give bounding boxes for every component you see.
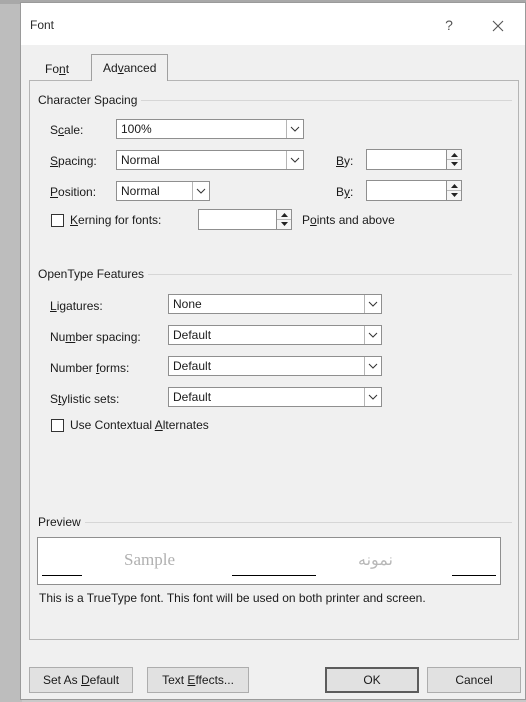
opentype-heading: OpenType Features bbox=[38, 267, 149, 281]
tab-font[interactable]: Font bbox=[39, 58, 75, 80]
triangle-up-icon bbox=[450, 183, 458, 188]
stylistic-sets-label: Stylistic sets: bbox=[50, 392, 120, 406]
cancel-button[interactable]: Cancel bbox=[427, 667, 521, 693]
triangle-down-icon bbox=[450, 192, 458, 197]
position-by-input[interactable] bbox=[366, 180, 462, 201]
character-spacing-heading: Character Spacing bbox=[38, 93, 142, 107]
chevron-down-icon bbox=[368, 332, 378, 338]
preview-description: This is a TrueType font. This font will … bbox=[39, 591, 426, 605]
close-button[interactable] bbox=[481, 11, 515, 39]
ligatures-dropdown[interactable]: None bbox=[168, 294, 382, 314]
ligatures-label: Ligatures: bbox=[50, 299, 103, 313]
spin-down-button[interactable] bbox=[447, 159, 461, 168]
kerning-checkbox[interactable] bbox=[51, 214, 64, 227]
triangle-down-icon bbox=[280, 221, 288, 226]
chevron-down-icon bbox=[368, 301, 378, 307]
spacing-dropdown[interactable]: Normal bbox=[116, 150, 304, 170]
preview-divider bbox=[38, 522, 512, 523]
spacing-label: Spacing: bbox=[50, 154, 97, 168]
number-spacing-label: Number spacing: bbox=[50, 330, 141, 344]
number-forms-label: Number forms: bbox=[50, 361, 130, 375]
scale-label: Scale: bbox=[50, 123, 84, 137]
stylistic-sets-value: Default bbox=[173, 390, 212, 404]
spacing-by-input[interactable] bbox=[366, 149, 462, 170]
chevron-down-icon bbox=[368, 394, 378, 400]
help-button[interactable]: ? bbox=[436, 13, 462, 37]
preview-heading: Preview bbox=[38, 515, 85, 529]
ok-button[interactable]: OK bbox=[325, 667, 419, 693]
ligatures-value: None bbox=[173, 297, 202, 311]
tab-strip: Font Advanced bbox=[29, 54, 519, 81]
position-dropdown[interactable]: Normal bbox=[116, 181, 210, 201]
chevron-down-icon bbox=[196, 188, 206, 194]
position-value: Normal bbox=[121, 184, 160, 198]
close-icon bbox=[492, 20, 504, 32]
position-by-label: By: bbox=[336, 185, 354, 199]
title-bar: Font ? bbox=[21, 3, 525, 45]
triangle-up-icon bbox=[450, 152, 458, 157]
preview-sample-text: Sample bbox=[124, 550, 175, 569]
chevron-down-icon bbox=[290, 157, 300, 163]
triangle-up-icon bbox=[280, 212, 288, 217]
scale-dropdown[interactable]: 100% bbox=[116, 119, 304, 139]
contextual-alternates-label: Use Contextual Alternates bbox=[70, 418, 209, 432]
text-effects-button[interactable]: Text Effects... bbox=[147, 667, 249, 693]
number-spacing-dropdown[interactable]: Default bbox=[168, 325, 382, 345]
chevron-down-icon bbox=[368, 363, 378, 369]
preview-baseline bbox=[452, 575, 496, 576]
triangle-down-icon bbox=[450, 161, 458, 166]
preview-baseline bbox=[232, 575, 316, 576]
preview-box: Sample نمونه bbox=[37, 537, 501, 585]
spin-down-button[interactable] bbox=[277, 219, 291, 228]
chevron-down-icon bbox=[290, 126, 300, 132]
preview-sample-rtl-text: نمونه bbox=[358, 550, 393, 569]
dialog-title: Font bbox=[30, 18, 55, 32]
kerning-suffix-label: Points and above bbox=[302, 213, 395, 227]
number-spacing-value: Default bbox=[173, 328, 212, 342]
spacing-by-label: By: bbox=[336, 154, 354, 168]
tab-advanced[interactable]: Advanced bbox=[91, 54, 169, 81]
preview-baseline bbox=[42, 575, 82, 576]
contextual-alternates-checkbox[interactable] bbox=[51, 419, 64, 432]
spacing-value: Normal bbox=[121, 153, 160, 167]
number-forms-value: Default bbox=[173, 359, 212, 373]
spin-down-button[interactable] bbox=[447, 190, 461, 199]
stylistic-sets-dropdown[interactable]: Default bbox=[168, 387, 382, 407]
background-window bbox=[0, 0, 22, 702]
position-label: Position: bbox=[50, 185, 97, 199]
set-as-default-button[interactable]: Set As Default bbox=[29, 667, 133, 693]
number-forms-dropdown[interactable]: Default bbox=[168, 356, 382, 376]
font-dialog: Font ? Font Advanced Character Spacing S… bbox=[20, 2, 526, 700]
kerning-points-input[interactable] bbox=[198, 209, 292, 230]
scale-value: 100% bbox=[121, 122, 152, 136]
kerning-label: Kerning for fonts: bbox=[70, 213, 162, 227]
